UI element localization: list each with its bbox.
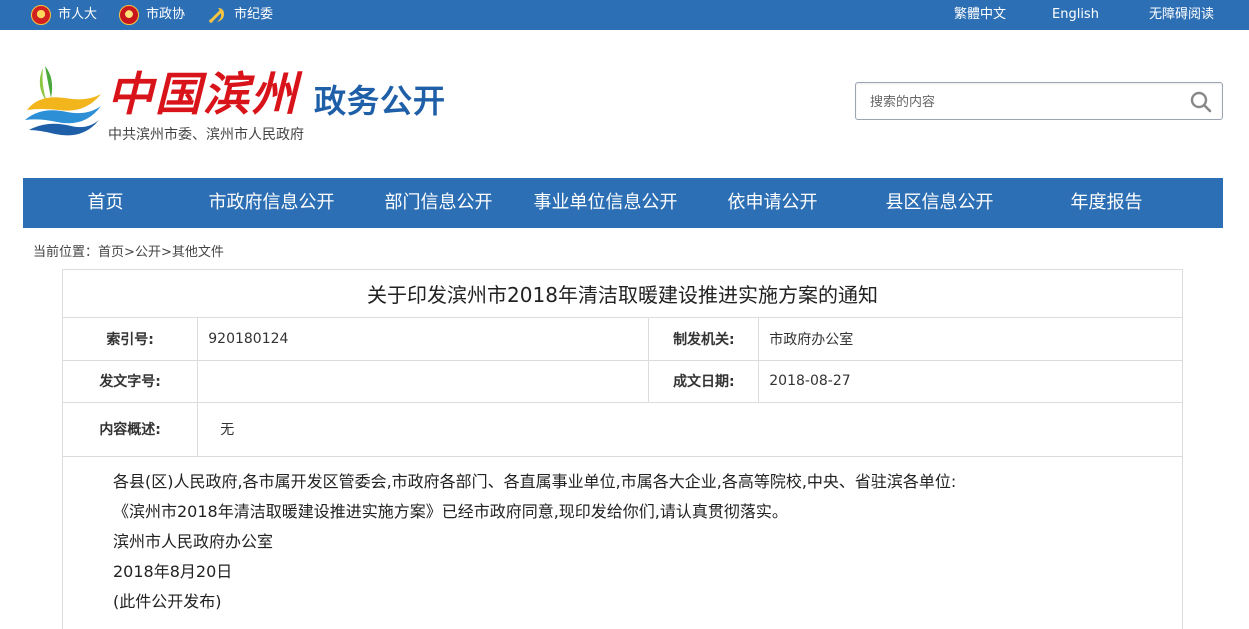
breadcrumb-separator: > [124, 245, 135, 260]
npc-link[interactable]: 市人大 [31, 0, 97, 30]
body-paragraph: 各县(区)人民政府,各市属开发区管委会,市政府各部门、各直属事业单位,市属各大企… [113, 472, 957, 491]
party-emblem-icon [207, 5, 227, 25]
cppcc-emblem-icon [119, 5, 139, 25]
breadcrumb-prefix: 当前位置： [33, 245, 99, 260]
nav-item-on-request[interactable]: 依申请公开 [689, 178, 856, 228]
doc-number-value [197, 359, 650, 403]
document-title: 关于印发滨州市2018年清洁取暖建设推进实施方案的通知 [63, 270, 1182, 318]
nav-item-county-info[interactable]: 县区信息公开 [856, 178, 1023, 228]
cppcc-link[interactable]: 市政协 [119, 0, 185, 30]
breadcrumb: 当前位置：首页>公开>其他文件 [33, 241, 224, 260]
body-paragraph: 《滨州市2018年清洁取暖建设推进实施方案》已经市政府同意,现印发给你们,请认真… [113, 502, 788, 521]
document-meta-table: 索引号: 920180124 制发机关: 市政府办公室 发文字号: 成文日期: … [63, 318, 1182, 457]
nav-item-city-gov-info[interactable]: 市政府信息公开 [188, 178, 355, 228]
npc-emblem-icon [31, 5, 51, 25]
cppcc-link-label: 市政协 [146, 7, 186, 22]
search-input[interactable] [870, 91, 1180, 113]
document-body: 各县(区)人民政府,各市属开发区管委会,市政府各部门、各直属事业单位,市属各大企… [113, 467, 956, 617]
logo-title: 中国滨州 [107, 67, 299, 121]
search-icon[interactable] [1190, 91, 1212, 113]
date-value: 2018-08-27 [758, 359, 1182, 403]
logo-subtitle: 政务公开 [314, 82, 447, 120]
search-box [855, 82, 1223, 120]
traditional-chinese-link[interactable]: 繁體中文 [954, 0, 1006, 30]
nav-item-annual-report[interactable]: 年度报告 [1023, 178, 1190, 228]
summary-value: 无 [197, 401, 1182, 457]
top-bar: 市人大 市政协 市纪委 繁體中文 English 无障碍阅读 [0, 0, 1249, 30]
body-paragraph: 滨州市人民政府办公室 [113, 532, 274, 551]
english-link[interactable]: English [1052, 0, 1099, 30]
nav-item-home[interactable]: 首页 [23, 178, 188, 228]
discipline-link-label: 市纪委 [234, 7, 274, 22]
breadcrumb-public[interactable]: 公开 [135, 245, 161, 260]
site-logo-icon[interactable] [25, 58, 103, 138]
logo-caption: 中共滨州市委、滨州市人民政府 [108, 127, 304, 143]
nav-item-department-info[interactable]: 部门信息公开 [355, 178, 522, 228]
index-label: 索引号: [63, 318, 199, 361]
body-paragraph: (此件公开发布) [113, 592, 222, 611]
doc-number-label: 发文字号: [63, 359, 199, 403]
breadcrumb-other-docs[interactable]: 其他文件 [172, 245, 224, 260]
issuer-label: 制发机关: [648, 318, 760, 361]
main-nav: 首页 市政府信息公开 部门信息公开 事业单位信息公开 依申请公开 县区信息公开 … [23, 178, 1223, 228]
discipline-link[interactable]: 市纪委 [207, 0, 273, 30]
document-panel: 关于印发滨州市2018年清洁取暖建设推进实施方案的通知 索引号: 9201801… [62, 269, 1183, 629]
breadcrumb-home[interactable]: 首页 [98, 245, 124, 260]
breadcrumb-separator: > [160, 245, 172, 260]
accessibility-link[interactable]: 无障碍阅读 [1149, 0, 1214, 30]
issuer-value: 市政府办公室 [758, 318, 1182, 361]
summary-label: 内容概述: [63, 401, 199, 457]
nav-item-institution-info[interactable]: 事业单位信息公开 [522, 178, 689, 228]
index-value: 920180124 [197, 318, 650, 361]
body-paragraph: 2018年8月20日 [113, 562, 233, 581]
date-label: 成文日期: [648, 359, 760, 403]
npc-link-label: 市人大 [58, 7, 98, 22]
